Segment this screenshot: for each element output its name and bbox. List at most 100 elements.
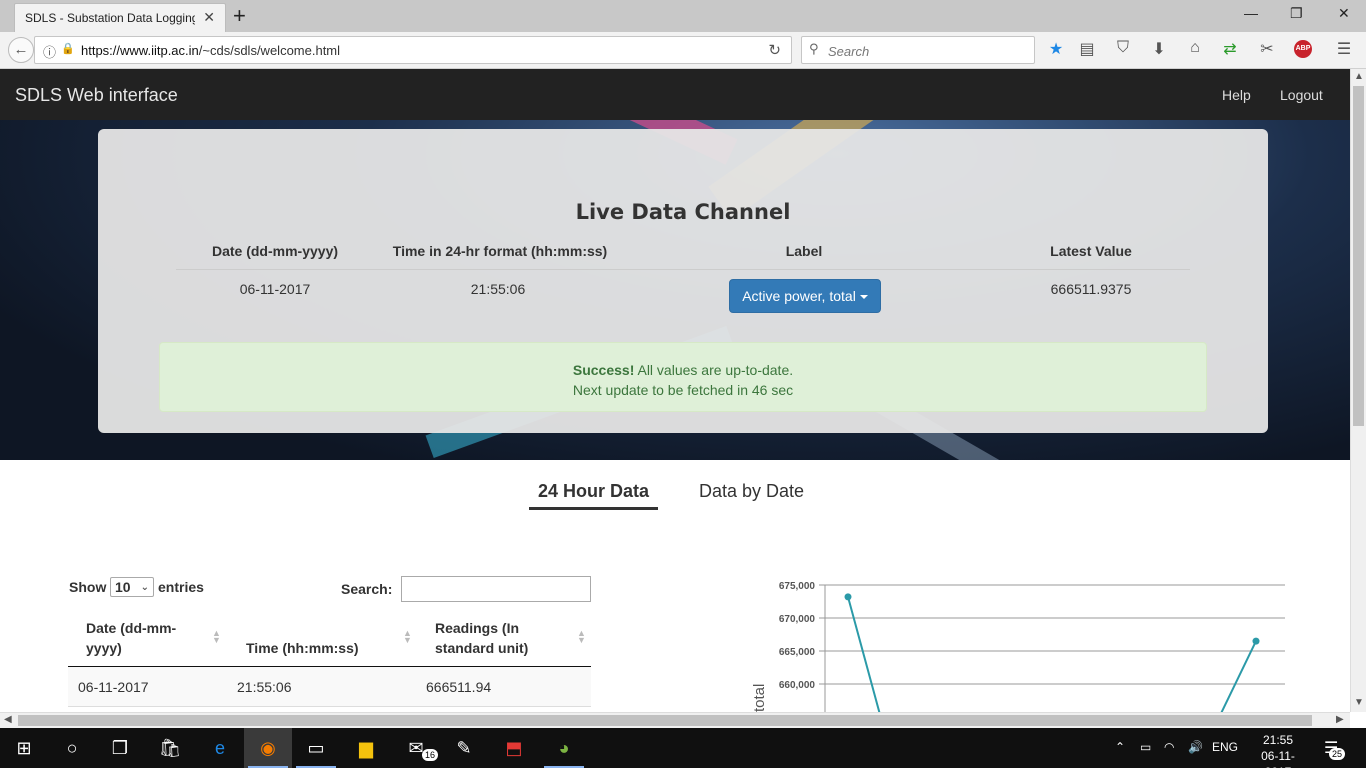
system-clock[interactable]: 21:55 06-11-2017 (1248, 732, 1308, 780)
edge-icon[interactable]: e (196, 728, 244, 768)
chart-y-tick-label: 670,000 (779, 614, 816, 625)
live-header-time: Time in 24-hr format (hh:mm:ss) (392, 243, 608, 259)
nav-logout-link[interactable]: Logout (1280, 87, 1323, 103)
chart-y-tick-label: 675,000 (779, 581, 816, 592)
menu-hamburger-icon[interactable]: ☰ (1333, 39, 1355, 59)
power-line-chart: 675,000 670,000 665,000 660,000 total (751, 581, 1285, 715)
vertical-scroll-thumb[interactable] (1353, 86, 1364, 426)
sort-arrows-icon[interactable]: ▲ ▼ (577, 629, 586, 645)
chart-data-point[interactable] (844, 593, 852, 601)
horizontal-scrollbar[interactable]: ◀ ▶ (0, 712, 1350, 728)
column-header-date-line2: yyyy) (86, 640, 122, 656)
live-table-divider (176, 269, 1190, 270)
table-search-input[interactable] (401, 576, 591, 602)
live-time-value: 21:55:06 (470, 281, 526, 297)
table-cell-date: 06-11-2017 (78, 679, 149, 695)
entries-select[interactable]: 10 ⌄ (110, 577, 154, 597)
live-header-value: Latest Value (1050, 243, 1132, 259)
live-latest-value: 666511.9375 (1050, 281, 1132, 297)
search-placeholder: Search (828, 44, 870, 59)
navbar-brand[interactable]: SDLS Web interface (15, 85, 178, 106)
scroll-down-icon[interactable]: ▼ (1354, 697, 1364, 708)
minimize-icon[interactable]: — (1244, 5, 1258, 21)
file-explorer-icon[interactable]: ▆ (342, 728, 390, 768)
volume-icon[interactable]: 🔊 (1188, 740, 1203, 754)
lock-icon: 🔒 (61, 43, 75, 55)
chart-series-line (1219, 640, 1257, 715)
entries-label: entries (158, 579, 204, 595)
live-header-label: Label (785, 243, 823, 259)
chevron-down-icon: ⌄ (140, 582, 149, 593)
firefox-icon[interactable]: ◉ (244, 728, 292, 768)
chart-data-point[interactable] (1252, 637, 1260, 645)
app-globe-icon[interactable]: ◕ (540, 728, 588, 768)
store-icon[interactable]: 🛍 (146, 728, 194, 768)
wifi-icon[interactable]: ◠ (1164, 740, 1174, 754)
chart-y-tick-label: 660,000 (779, 680, 816, 691)
column-header-date[interactable]: Date (dd-mm-yyyy) (86, 618, 176, 658)
tab-data-by-date[interactable]: Data by Date (699, 481, 804, 502)
horizontal-scroll-thumb[interactable] (18, 715, 1312, 726)
nav-help-link[interactable]: Help (1222, 87, 1251, 103)
sort-arrows-icon[interactable]: ▲ ▼ (212, 629, 221, 645)
vertical-scrollbar[interactable]: ▲ ▼ (1350, 69, 1366, 712)
bookmark-star-icon[interactable]: ★ (1045, 39, 1067, 59)
extension-icon[interactable]: ✂ (1256, 39, 1278, 59)
site-info-icon[interactable]: ⓘ (43, 42, 56, 61)
alert-strong: Success! (572, 362, 635, 378)
scroll-left-icon[interactable]: ◀ (4, 714, 12, 725)
terminal-icon[interactable]: ▭ (292, 728, 340, 768)
mail-badge: 16 (422, 749, 439, 761)
window-close-icon[interactable]: ✕ (1338, 5, 1350, 22)
label-dropdown-text: Active power, total (742, 288, 856, 304)
adblock-icon[interactable]: ABP (1294, 40, 1312, 58)
notification-badge: 25 (1329, 748, 1346, 760)
browser-tab-strip: SDLS - Substation Data Logging ✕ + — ❐ ✕ (0, 0, 1366, 32)
entries-select-value: 10 (115, 579, 131, 595)
chart-series-line (847, 596, 882, 715)
new-tab-icon[interactable]: + (233, 3, 246, 29)
pdf-reader-icon[interactable]: ⬒ (490, 728, 538, 768)
downloads-icon[interactable]: ⬇ (1148, 39, 1170, 59)
column-header-date-line1: Date (dd-mm- (86, 620, 177, 636)
pocket-icon[interactable]: ⛉ (1112, 39, 1134, 57)
active-tab-underline (529, 507, 658, 510)
browser-tab[interactable]: SDLS - Substation Data Logging ✕ (14, 3, 226, 32)
back-arrow-icon[interactable]: ← (8, 37, 34, 63)
column-header-readings-line1: Readings (In (435, 620, 520, 636)
scroll-right-icon[interactable]: ▶ (1336, 714, 1344, 725)
alert-text: All values are up-to-date. (634, 362, 794, 378)
sync-arrows-icon[interactable]: ⇄ (1219, 39, 1241, 59)
close-tab-icon[interactable]: ✕ (203, 9, 215, 26)
live-data-panel: Live Data Channel Date (dd-mm-yyyy) Time… (98, 129, 1268, 433)
paint-icon[interactable]: ✎ (440, 728, 488, 768)
home-icon[interactable]: ⌂ (1184, 39, 1206, 57)
tab-24-hour-data[interactable]: 24 Hour Data (538, 481, 649, 502)
column-header-time[interactable]: Time (hh:mm:ss) (246, 638, 359, 658)
restore-icon[interactable]: ❐ (1290, 5, 1303, 22)
cortana-icon[interactable]: ○ (48, 728, 96, 768)
sort-arrows-icon[interactable]: ▲ ▼ (403, 629, 412, 645)
table-cell-time: 21:55:06 (237, 679, 292, 695)
bookmarks-library-icon[interactable]: ▤ (1076, 39, 1098, 59)
label-dropdown-button[interactable]: Active power, total (729, 279, 881, 313)
mail-icon[interactable]: ✉ 16 (392, 728, 440, 768)
column-header-readings[interactable]: Readings (In standard unit) (435, 618, 528, 658)
live-data-title: Live Data Channel (575, 200, 791, 224)
tray-expand-icon[interactable]: ⌃ (1115, 740, 1125, 754)
live-header-date: Date (dd-mm-yyyy) (211, 243, 339, 259)
search-input[interactable]: ⚲ Search (801, 36, 1035, 64)
windows-taskbar: ⊞ ○ ❐ 🛍 e ◉ ▭ ▆ ✉ 16 ✎ ⬒ ◕ ⌃ ▭ ◠ 🔊 ENG 21… (0, 728, 1366, 779)
caret-down-icon (859, 295, 868, 300)
success-alert: Success! All values are up-to-date. Next… (159, 342, 1207, 412)
url-bar[interactable]: ⓘ 🔒 https://www.iitp.ac.in/~cds/sdls/wel… (34, 36, 792, 64)
live-date-value: 06-11-2017 (239, 281, 311, 297)
task-view-icon[interactable]: ❐ (96, 728, 144, 768)
windows-start-icon[interactable]: ⊞ (0, 728, 48, 768)
reload-icon[interactable]: ↻ (768, 41, 781, 59)
battery-icon[interactable]: ▭ (1140, 740, 1151, 754)
language-indicator[interactable]: ENG (1212, 740, 1238, 754)
action-center-icon[interactable]: ☰25 (1324, 738, 1346, 760)
chart-y-axis-label: total (751, 684, 768, 712)
scroll-up-icon[interactable]: ▲ (1354, 71, 1364, 82)
